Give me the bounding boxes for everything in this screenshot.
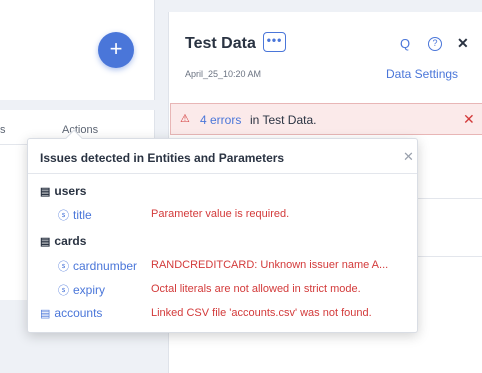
warning-icon: ⚠ (180, 113, 190, 125)
entity-cards[interactable]: ▤ cards (40, 234, 86, 248)
search-icon[interactable]: Q (400, 36, 410, 52)
help-icon[interactable]: ? (428, 37, 442, 51)
error-banner: ⚠ 4 errors in Test Data. ✕ (170, 103, 482, 135)
table-icon: ▤ (40, 235, 51, 248)
parameter-title[interactable]: ⓢ title (58, 207, 92, 223)
entity-label: users (54, 184, 87, 198)
parameter-expiry[interactable]: ⓢ expiry (58, 282, 105, 298)
parameter-label: expiry (73, 283, 106, 297)
column-header-partial: s (0, 124, 6, 136)
entities-header: + (0, 0, 155, 100)
errors-count-link[interactable]: 4 errors (200, 113, 241, 127)
issues-popup: Issues detected in Entities and Paramete… (27, 129, 418, 333)
panel-date: April_25_10:20 AM (185, 69, 262, 79)
parameter-label: cardnumber (73, 259, 138, 273)
table-icon: ▤ (40, 185, 51, 198)
error-message: Octal literals are not allowed in strict… (151, 283, 361, 295)
close-icon[interactable]: ✕ (457, 35, 469, 52)
error-message: Linked CSV file 'accounts.csv' was not f… (151, 307, 372, 319)
entity-label: accounts (54, 306, 103, 320)
popup-title: Issues detected in Entities and Paramete… (40, 151, 285, 165)
popup-close-icon[interactable]: ✕ (403, 149, 414, 165)
parameter-icon: ⓢ (58, 210, 69, 222)
table-icon: ▤ (40, 307, 51, 320)
entity-accounts[interactable]: ▤ accounts (40, 306, 102, 320)
errors-suffix: in Test Data. (250, 113, 317, 127)
parameter-label: title (73, 208, 92, 222)
parameter-icon: ⓢ (58, 285, 69, 297)
entity-label: cards (54, 234, 87, 248)
parameter-icon: ⓢ (58, 261, 69, 273)
error-message: Parameter value is required. (151, 208, 290, 220)
error-message: RANDCREDITCARD: Unknown issuer name A... (151, 259, 389, 271)
parameter-cardnumber[interactable]: ⓢ cardnumber (58, 258, 137, 274)
panel-title: Test Data (185, 35, 256, 52)
error-banner-close-icon[interactable]: ✕ (463, 111, 475, 128)
data-settings-link[interactable]: Data Settings (386, 67, 458, 81)
add-button[interactable]: + (98, 32, 134, 68)
more-options-button[interactable]: ••• (263, 32, 286, 52)
entity-users[interactable]: ▤ users (40, 184, 86, 198)
popup-divider (28, 173, 417, 174)
